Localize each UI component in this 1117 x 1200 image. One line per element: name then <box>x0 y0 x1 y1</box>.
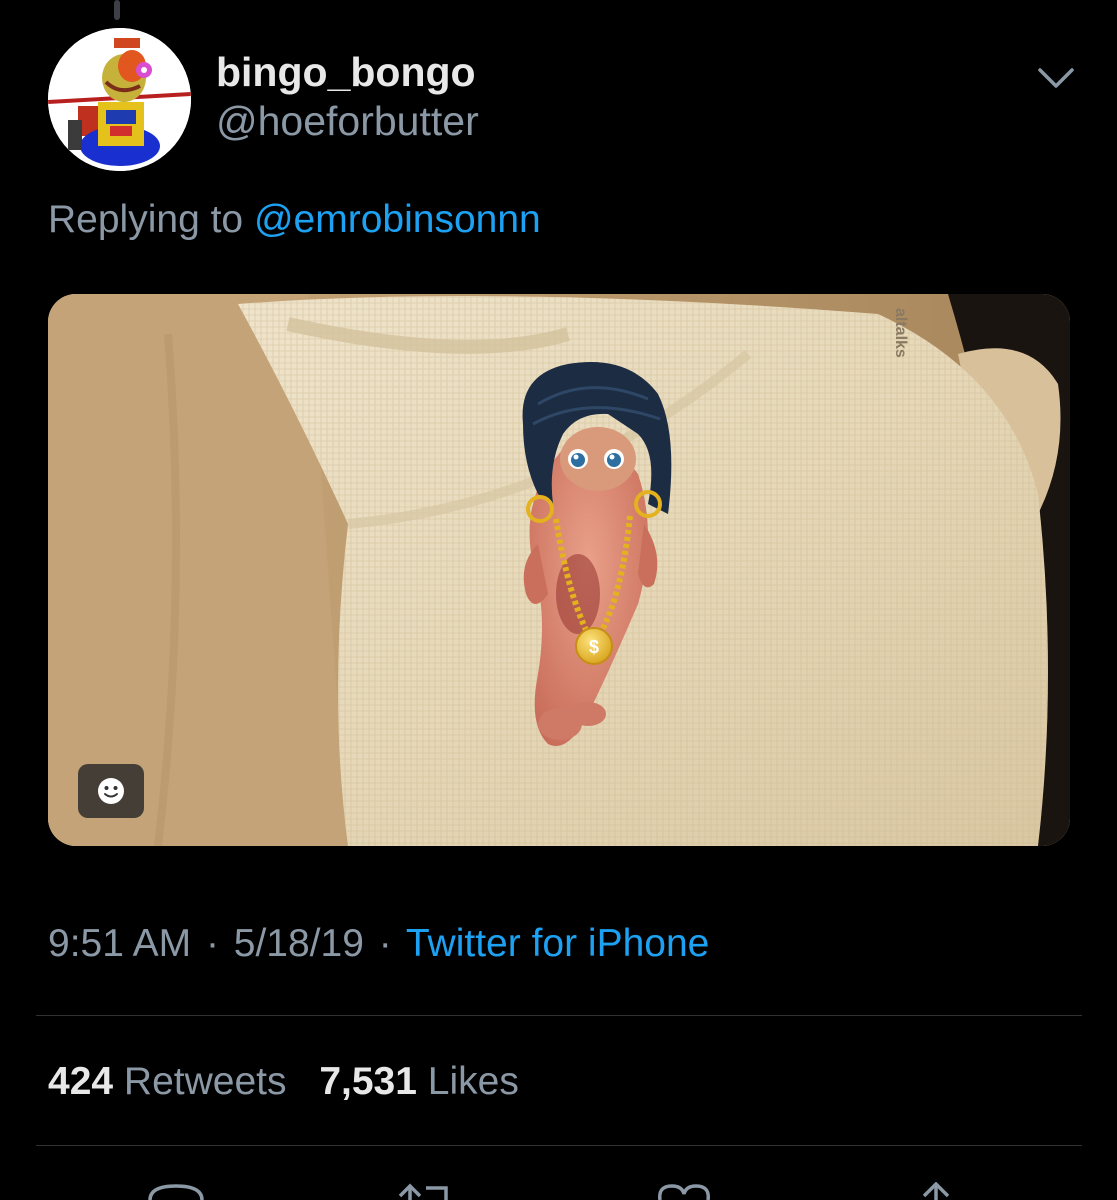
retweets-label: Retweets <box>123 1060 287 1103</box>
heart-icon <box>658 1184 710 1200</box>
retweets-count: 424 <box>48 1060 114 1103</box>
share-button[interactable] <box>906 1181 966 1200</box>
display-name[interactable]: bingo_bongo <box>216 48 479 96</box>
like-button[interactable] <box>654 1182 714 1200</box>
replying-to-mention[interactable]: @emrobinsonnn <box>254 198 541 241</box>
retweets-stat[interactable]: 424 Retweets <box>48 1060 297 1103</box>
meta-separator: · <box>378 922 392 965</box>
thread-connector-line <box>114 0 120 20</box>
retweet-icon <box>398 1183 448 1200</box>
user-handle[interactable]: @hoeforbutter <box>216 96 479 146</box>
share-icon <box>922 1181 950 1200</box>
media-image: altalks $ <box>48 294 1070 846</box>
reply-icon <box>148 1184 204 1200</box>
likes-stat[interactable]: 7,531 Likes <box>319 1060 519 1103</box>
tweet-date: 5/18/19 <box>233 922 364 965</box>
tweet-source-link[interactable]: Twitter for iPhone <box>406 922 709 965</box>
tweet-detail: bingo_bongo @hoeforbutter Replying to @e… <box>0 0 1117 1200</box>
smiley-icon <box>98 778 124 804</box>
tweet-time: 9:51 AM <box>48 922 192 965</box>
media-watermark: altalks <box>892 308 909 358</box>
action-bar <box>0 1181 1117 1200</box>
svg-text:$: $ <box>589 637 599 657</box>
reply-button[interactable] <box>146 1182 206 1200</box>
engagement-stats: 424 Retweets 7,531 Likes <box>48 1058 519 1106</box>
likes-count: 7,531 <box>319 1060 417 1103</box>
likes-label: Likes <box>427 1060 519 1103</box>
author-names[interactable]: bingo_bongo @hoeforbutter <box>216 48 479 146</box>
meta-separator: · <box>205 922 219 965</box>
more-options-button[interactable] <box>1034 60 1078 96</box>
avatar-image <box>48 28 191 171</box>
chevron-down-icon <box>1038 68 1074 88</box>
sticker-button[interactable] <box>78 764 144 818</box>
divider-top <box>36 1015 1082 1016</box>
tweet-metadata: 9:51 AM · 5/18/19 · Twitter for iPhone <box>48 920 709 968</box>
divider-bottom <box>36 1145 1082 1146</box>
retweet-button[interactable] <box>396 1182 456 1200</box>
replying-to-line: Replying to @emrobinsonnn <box>48 196 541 244</box>
tweet-media[interactable]: altalks $ <box>48 294 1070 846</box>
replying-to-label: Replying to <box>48 198 244 241</box>
avatar[interactable] <box>48 28 191 171</box>
